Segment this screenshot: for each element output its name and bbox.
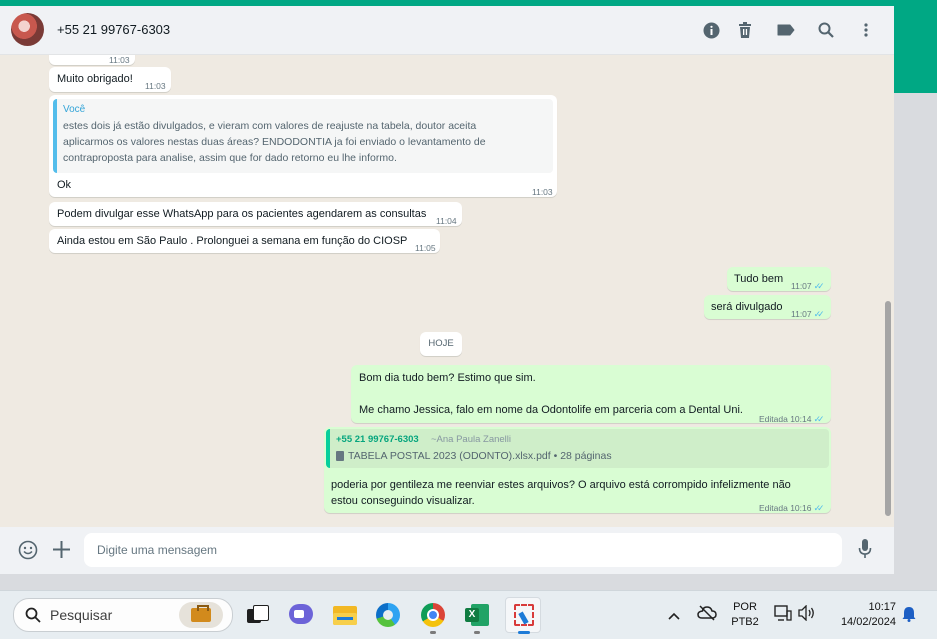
trash-icon[interactable] <box>735 20 755 40</box>
running-indicator <box>430 631 436 634</box>
plus-icon[interactable] <box>53 541 70 563</box>
message-time: Editada 10:14 <box>759 414 812 424</box>
quote-text-line: estes dois já estão divulgados, e vieram… <box>63 120 477 132</box>
message-incoming[interactable]: Ainda estou em São Paulo . Prolonguei a … <box>49 229 440 253</box>
message-incoming[interactable]: Podem divulgar esse WhatsApp para os pac… <box>49 202 462 226</box>
message-status: Editada 10:16 ✓✓ <box>759 500 825 516</box>
message-text: Bom dia tudo bem? Estimo que sim. <box>359 372 536 384</box>
message-text: será divulgado <box>711 301 783 313</box>
excel-icon[interactable]: X <box>463 601 491 629</box>
keyboard-layout: PTB2 <box>731 616 759 628</box>
notification-bell-icon[interactable] <box>902 606 916 627</box>
message-time: 11:07 <box>791 281 812 291</box>
double-check-icon: ✓✓ <box>813 281 825 291</box>
whatsapp-window: +55 21 99767-6303 11:03 Muito obrigado! … <box>0 6 894 574</box>
active-indicator <box>518 631 530 634</box>
chrome-browser-icon[interactable] <box>419 601 447 629</box>
taskbar: Pesquisar X POR PTB2 10:17 14/02/2024 <box>0 590 937 639</box>
cloud-offline-icon[interactable] <box>697 605 717 626</box>
quoted-message[interactable]: Você estes dois já estão divulgados, e v… <box>53 99 553 173</box>
avatar[interactable] <box>11 13 44 46</box>
quote-text-line: contraproposta para analise, assim que f… <box>63 152 397 164</box>
quote-author: Você <box>63 104 86 115</box>
scrollbar-thumb[interactable] <box>885 301 891 516</box>
message-text: Ainda estou em São Paulo . Prolonguei a … <box>57 235 408 247</box>
clock[interactable]: 10:17 14/02/2024 <box>826 600 896 630</box>
message-time: 11:07 <box>791 309 812 319</box>
document-icon <box>336 451 344 461</box>
quote-author: +55 21 99767-6303 <box>336 434 419 445</box>
message-incoming[interactable]: 11:03 <box>49 55 135 65</box>
message-text: poderia por gentileza me reenviar estes … <box>331 479 791 491</box>
display-icon[interactable] <box>774 605 792 628</box>
quote-file-info: TABELA POSTAL 2023 (ODONTO).xlsx.pdf • 2… <box>348 450 612 462</box>
double-check-icon: ✓✓ <box>813 309 825 319</box>
teams-chat-icon[interactable] <box>287 601 315 629</box>
search-highlight-icon <box>179 602 223 628</box>
message-text: Tudo bem <box>734 273 784 285</box>
taskbar-search-label: Pesquisar <box>50 607 113 623</box>
scrollbar[interactable] <box>884 68 892 518</box>
message-list[interactable]: 11:03 Muito obrigado! 11:03 Você estes d… <box>0 55 894 525</box>
edge-browser-icon[interactable] <box>374 601 402 629</box>
message-time: 11:03 <box>532 187 553 197</box>
more-vertical-icon[interactable] <box>856 20 876 40</box>
message-outgoing[interactable]: Tudo bem 11:07 ✓✓ <box>727 267 831 291</box>
running-indicator <box>474 631 480 634</box>
desktop-background <box>894 93 937 590</box>
message-status: Editada 10:14 ✓✓ <box>759 411 825 427</box>
info-icon[interactable] <box>701 20 721 40</box>
message-time: 11:03 <box>145 81 166 91</box>
message-input-box[interactable] <box>84 533 842 567</box>
search-icon <box>25 607 41 623</box>
message-text: Me chamo Jessica, falo em nome da Odonto… <box>359 404 743 416</box>
message-input[interactable] <box>84 533 797 567</box>
message-text: Podem divulgar esse WhatsApp para os pac… <box>57 208 427 220</box>
microphone-icon[interactable] <box>858 539 872 564</box>
snipping-tool-icon[interactable] <box>505 597 541 633</box>
language-code: POR <box>733 601 757 613</box>
message-time: 11:04 <box>436 216 457 226</box>
quote-author-name: ~Ana Paula Zanelli <box>431 434 512 445</box>
clock-date: 14/02/2024 <box>840 616 896 628</box>
file-explorer-icon[interactable] <box>331 601 359 629</box>
clock-time: 10:17 <box>868 601 896 613</box>
quote-text-line: aplicarmos os valores nestas duas áreas?… <box>63 136 486 148</box>
message-incoming[interactable]: Muito obrigado! 11:03 <box>49 67 171 92</box>
message-time: Editada 10:16 <box>759 503 812 513</box>
message-incoming-reply[interactable]: Você estes dois já estão divulgados, e v… <box>49 95 557 197</box>
composer <box>0 527 894 574</box>
taskbar-search[interactable]: Pesquisar <box>13 598 233 632</box>
double-check-icon: ✓✓ <box>813 503 824 513</box>
message-text: Muito obrigado! <box>57 73 133 85</box>
message-status: 11:07 ✓✓ <box>791 278 825 294</box>
message-outgoing[interactable]: será divulgado 11:07 ✓✓ <box>704 295 831 319</box>
message-time: 11:05 <box>415 243 436 253</box>
chat-header: +55 21 99767-6303 <box>0 6 894 55</box>
message-status: 11:07 ✓✓ <box>791 306 825 322</box>
background-accent <box>894 6 937 93</box>
chevron-up-icon[interactable] <box>668 607 680 625</box>
message-text: Ok <box>57 179 72 191</box>
contact-name[interactable]: +55 21 99767-6303 <box>57 22 170 37</box>
date-divider: HOJE <box>420 332 462 356</box>
language-indicator[interactable]: POR PTB2 <box>728 600 762 630</box>
message-outgoing-reply[interactable]: +55 21 99767-6303 ~Ana Paula Zanelli TAB… <box>324 427 831 513</box>
volume-icon[interactable] <box>798 604 816 626</box>
emoji-icon[interactable] <box>18 540 38 565</box>
task-view-icon[interactable] <box>243 601 271 629</box>
quoted-document[interactable]: +55 21 99767-6303 ~Ana Paula Zanelli TAB… <box>326 429 829 468</box>
search-icon[interactable] <box>816 20 836 40</box>
double-check-icon: ✓✓ <box>813 414 824 424</box>
message-outgoing[interactable]: Bom dia tudo bem? Estimo que sim. Me cha… <box>351 365 831 424</box>
message-text: estou conseguindo visualizar. <box>331 495 475 507</box>
label-icon[interactable] <box>776 20 796 40</box>
